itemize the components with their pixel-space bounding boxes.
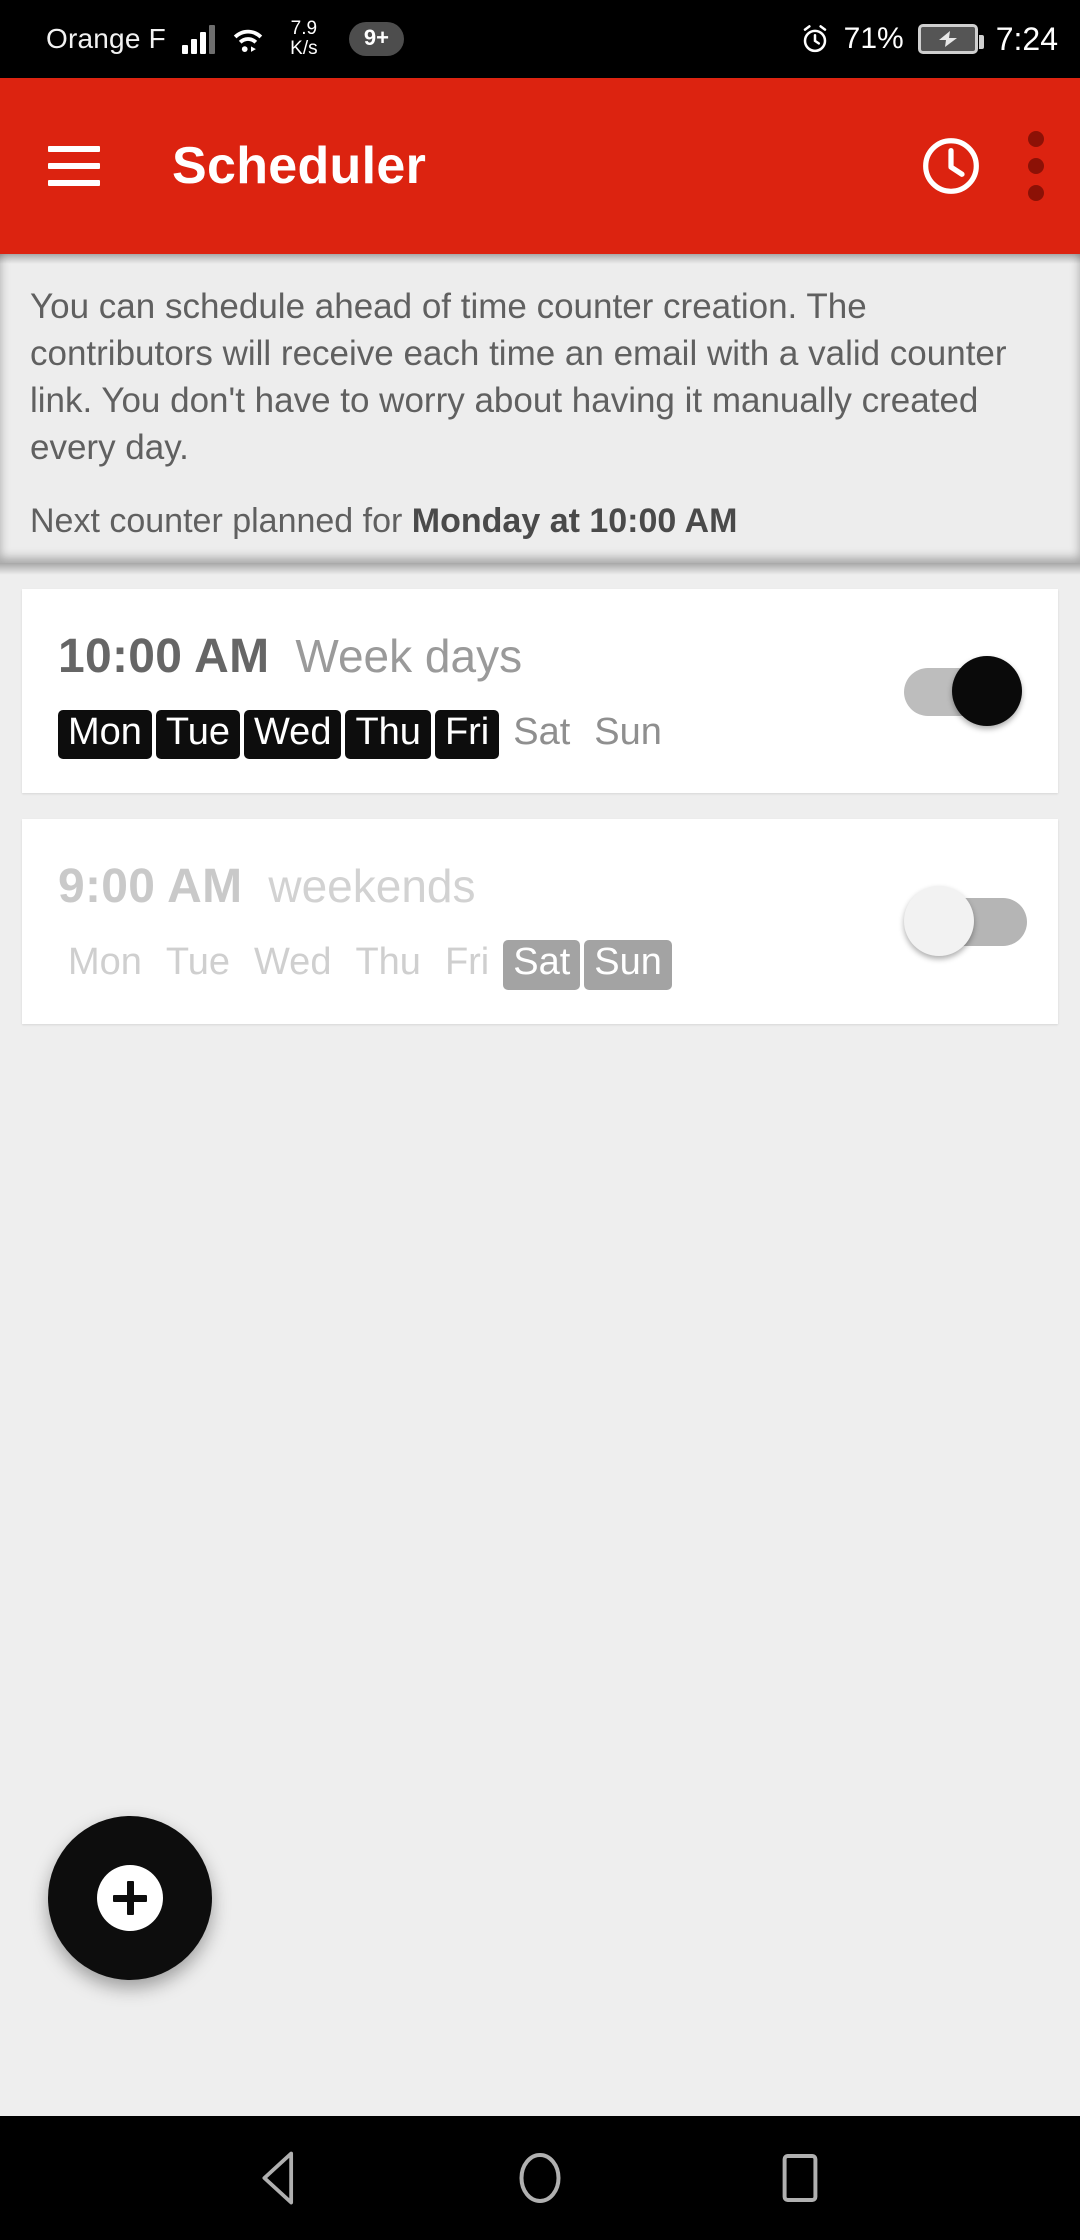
day-chip-wed[interactable]: Wed — [244, 709, 342, 760]
network-speed: 7.9 K/s — [283, 19, 325, 59]
schedule-toggle[interactable] — [904, 881, 1027, 957]
day-chip-sat[interactable]: Sat — [503, 940, 581, 991]
network-speed-value: 7.9 — [290, 18, 318, 39]
schedule-card-header: 10:00 AM Week days — [58, 629, 904, 684]
next-counter-row: Next counter planned for Monday at 10:00… — [28, 472, 1052, 563]
schedule-days: Mon Tue Wed Thu Fri Sat Sun — [58, 940, 904, 991]
alarm-clock-icon — [800, 24, 830, 54]
status-bar: Orange F 7.9 K/s 9+ 71% 7:24 — [0, 0, 1080, 78]
schedule-time: 9:00 AM — [58, 860, 243, 914]
info-panel: You can schedule ahead of time counter c… — [0, 254, 1080, 563]
schedule-toggle[interactable] — [904, 651, 1022, 726]
next-counter-prefix: Next counter planned for — [30, 501, 412, 540]
clock-icon[interactable] — [918, 133, 984, 199]
home-circle-icon[interactable] — [497, 2135, 583, 2221]
plus-icon — [97, 1865, 163, 1931]
app-screen: Orange F 7.9 K/s 9+ 71% 7:24 Scheduler Y… — [0, 0, 1080, 2240]
overflow-menu-icon[interactable] — [1022, 125, 1050, 207]
schedule-card[interactable]: 9:00 AM weekends Mon Tue Wed Thu Fri Sat… — [22, 819, 1058, 1025]
status-bar-time: 7:24 — [995, 20, 1058, 57]
android-navigation-bar — [0, 2116, 1080, 2240]
description-text: You can schedule ahead of time counter c… — [30, 287, 1007, 467]
status-bar-left: Orange F 7.9 K/s 9+ — [46, 19, 404, 59]
day-chip-sun[interactable]: Sun — [584, 710, 672, 760]
day-chip-wed[interactable]: Wed — [244, 940, 341, 990]
signal-bars-icon — [181, 24, 215, 54]
recents-square-icon[interactable] — [757, 2135, 843, 2221]
day-chip-fri[interactable]: Fri — [435, 940, 499, 990]
wifi-icon — [231, 24, 265, 54]
schedule-label: weekends — [268, 860, 476, 913]
notification-count-badge: 9+ — [348, 22, 404, 56]
add-schedule-fab[interactable] — [48, 1816, 212, 1980]
day-chip-sun[interactable]: Sun — [584, 940, 672, 991]
day-chip-tue[interactable]: Tue — [156, 940, 240, 990]
app-bar-actions — [918, 125, 1050, 207]
schedule-card-header: 9:00 AM weekends — [58, 859, 904, 914]
day-chip-tue[interactable]: Tue — [155, 709, 240, 760]
schedule-label: Week days — [295, 629, 523, 682]
carrier-label: Orange F — [46, 23, 166, 54]
hamburger-menu-icon[interactable] — [48, 146, 100, 186]
schedule-card-content: 10:00 AM Week days Mon Tue Wed Thu Fri S… — [58, 629, 904, 760]
schedule-card-content: 9:00 AM weekends Mon Tue Wed Thu Fri Sat… — [58, 859, 904, 991]
day-chip-mon[interactable]: Mon — [58, 940, 152, 990]
app-bar: Scheduler — [0, 78, 1080, 254]
schedule-days: Mon Tue Wed Thu Fri Sat Sun — [58, 709, 904, 760]
toggle-thumb — [952, 655, 1022, 726]
day-chip-fri[interactable]: Fri — [434, 709, 500, 760]
day-chip-sat[interactable]: Sat — [503, 710, 580, 760]
back-triangle-icon[interactable] — [237, 2135, 323, 2221]
day-chip-thu[interactable]: Thu — [345, 940, 430, 990]
battery-charging-icon — [917, 24, 984, 54]
schedule-time: 10:00 AM — [58, 629, 270, 683]
status-bar-right: 71% 7:24 — [800, 21, 1058, 58]
toggle-thumb — [904, 886, 974, 957]
schedule-card[interactable]: 10:00 AM Week days Mon Tue Wed Thu Fri S… — [22, 588, 1058, 794]
day-chip-thu[interactable]: Thu — [345, 709, 431, 760]
network-speed-unit: K/s — [290, 38, 318, 59]
panel-divider-shadow — [0, 562, 1080, 575]
day-chip-mon[interactable]: Mon — [58, 709, 152, 760]
page-title: Scheduler — [172, 137, 427, 195]
battery-percent-label: 71% — [843, 22, 904, 55]
next-counter-value: Monday at 10:00 AM — [411, 501, 738, 540]
